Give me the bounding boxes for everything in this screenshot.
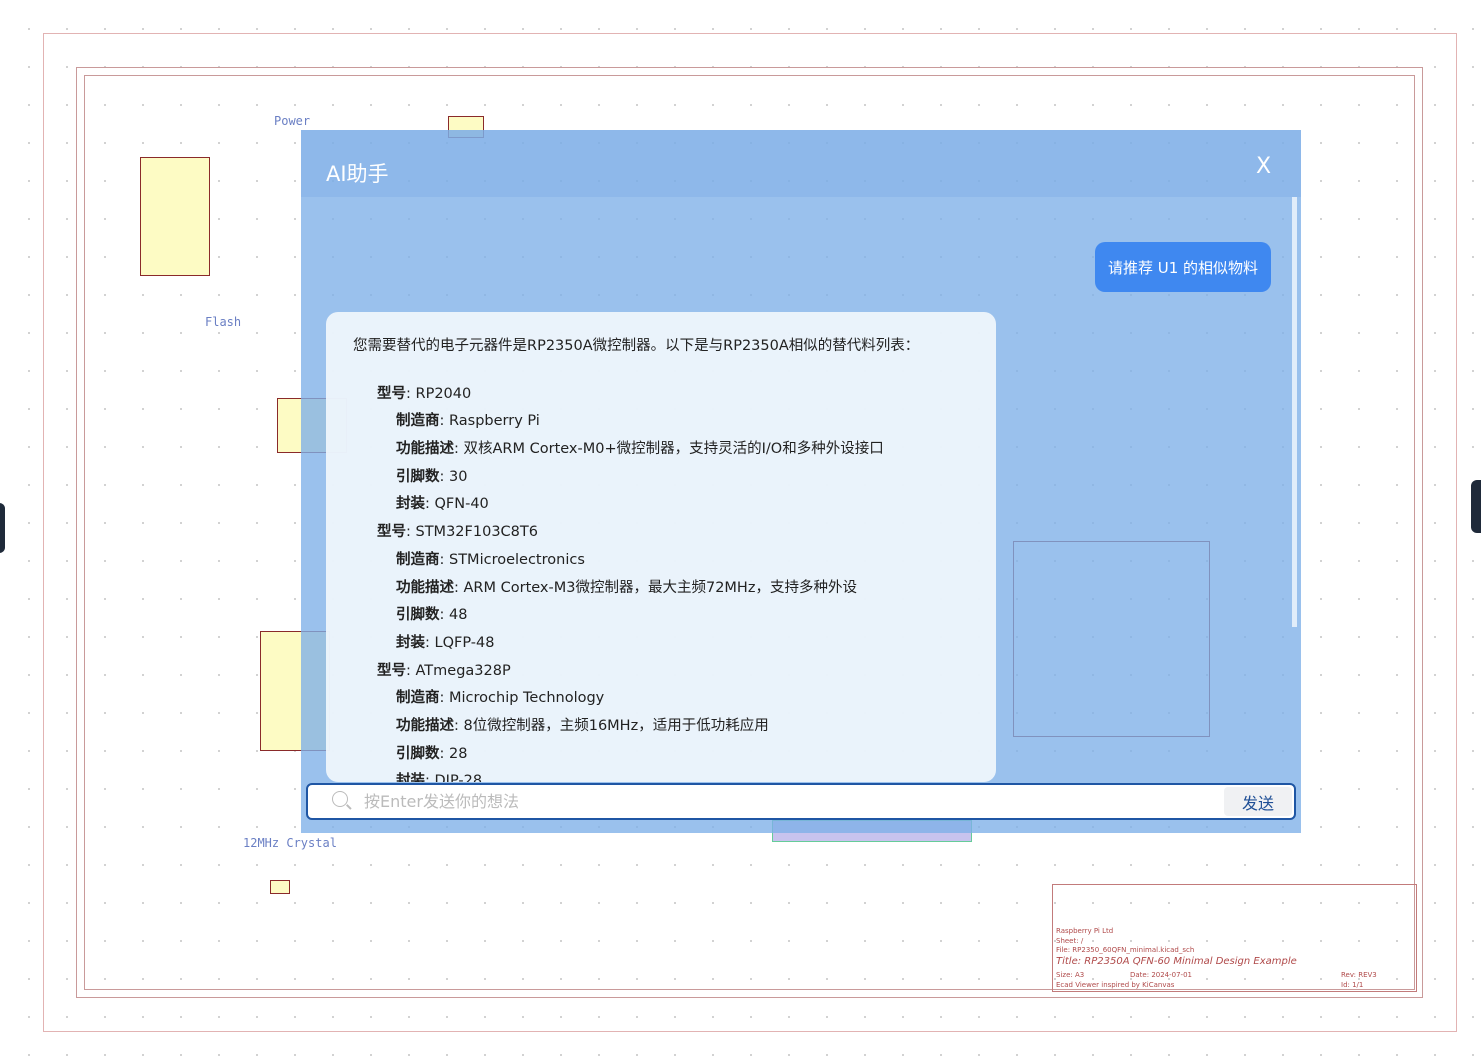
field-label: 引脚数 <box>396 745 440 762</box>
chat-input[interactable] <box>364 789 1214 814</box>
dialog-header <box>301 130 1301 197</box>
field-value: STMicroelectronics <box>449 551 585 568</box>
field-label: 引脚数 <box>396 607 440 624</box>
dialog-title: AI助手 <box>326 162 389 186</box>
section-crystal-label: 12MHz Crystal <box>243 836 337 850</box>
chat-scrollbar[interactable] <box>1292 197 1297 627</box>
chat-input-box: 发送 <box>306 783 1296 820</box>
field-label: 封装 <box>396 634 425 651</box>
item-pins: 引脚数: 28 <box>396 745 468 762</box>
field-label: 制造商 <box>396 690 440 707</box>
usb-connector-symbol[interactable] <box>140 157 210 276</box>
field-label: 封装 <box>396 496 425 513</box>
item-desc: 功能描述: ARM Cortex-M3微控制器，最大主频72MHz，支持多种外设 <box>396 579 857 596</box>
field-value: 30 <box>449 468 468 485</box>
tb-file: File: RP2350_60QFN_minimal.kicad_sch <box>1056 946 1195 954</box>
field-label: 型号 <box>377 385 406 402</box>
tb-tool: Ecad Viewer inspired by KiCanvas <box>1056 981 1175 989</box>
section-flash-label: Flash <box>205 315 242 329</box>
field-label: 功能描述 <box>396 441 454 458</box>
field-value: STM32F103C8T6 <box>415 524 538 541</box>
tb-rev: Rev: REV3 <box>1341 971 1377 979</box>
right-panel-handle[interactable] <box>1471 480 1481 533</box>
field-label: 功能描述 <box>396 717 454 734</box>
tb-id: Id: 1/1 <box>1341 981 1364 989</box>
section-power-label: Power <box>274 114 311 128</box>
field-value: DIP-28 <box>434 773 483 782</box>
item-pkg: 封装: DIP-28 <box>353 769 996 782</box>
field-label: 引脚数 <box>396 468 440 485</box>
tb-date: Date: 2024-07-01 <box>1130 971 1192 979</box>
assistant-response: 您需要替代的电子元器件是RP2350A微控制器。以下是与RP2350A相似的替代… <box>326 312 996 782</box>
item-maker: 制造商: Microchip Technology <box>396 690 605 707</box>
close-icon[interactable]: X <box>1256 154 1271 179</box>
field-value: LQFP-48 <box>434 634 495 651</box>
item-model: 型号: ATmega328P <box>377 662 511 679</box>
response-intro: 您需要替代的电子元器件是RP2350A微控制器。以下是与RP2350A相似的替代… <box>353 338 920 354</box>
item-pins: 引脚数: 48 <box>396 607 468 624</box>
field-label: 制造商 <box>396 413 440 430</box>
tb-company: Raspberry Pi Ltd <box>1056 927 1114 935</box>
field-label: 制造商 <box>396 551 440 568</box>
item-desc: 功能描述: 双核ARM Cortex-M0+微控制器，支持灵活的I/O和多种外设… <box>396 441 884 458</box>
field-label: 封装 <box>396 773 425 782</box>
item-model: 型号: STM32F103C8T6 <box>377 524 538 541</box>
item-pkg: 封装: QFN-40 <box>396 496 489 513</box>
crystal-symbol[interactable] <box>270 880 290 894</box>
item-desc: 功能描述: 8位微控制器，主频16MHz，适用于低功耗应用 <box>396 717 769 734</box>
send-button[interactable]: 发送 <box>1224 787 1292 816</box>
field-value: RP2040 <box>415 385 472 402</box>
left-panel-handle[interactable] <box>0 503 5 553</box>
item-maker: 制造商: STMicroelectronics <box>396 551 585 568</box>
field-label: 功能描述 <box>396 579 454 596</box>
field-value: 48 <box>449 607 468 624</box>
field-value: 28 <box>449 745 468 762</box>
item-pkg: 封装: LQFP-48 <box>396 634 495 651</box>
item-maker: 制造商: Raspberry Pi <box>396 413 540 430</box>
tb-sheet: Sheet: / <box>1056 937 1084 945</box>
tb-size: Size: A3 <box>1056 971 1085 979</box>
user-message: 请推荐 U1 的相似物料 <box>1095 242 1271 292</box>
field-label: 型号 <box>377 662 406 679</box>
search-icon <box>332 791 348 807</box>
field-value: Microchip Technology <box>449 690 605 707</box>
item-model: 型号: RP2040 <box>377 385 472 402</box>
field-value: QFN-40 <box>434 496 489 513</box>
field-value: ATmega328P <box>415 662 511 679</box>
field-label: 型号 <box>377 524 406 541</box>
field-value: ARM Cortex-M3微控制器，最大主频72MHz，支持多种外设 <box>463 579 857 596</box>
ai-assistant-dialog: AI助手 X 请推荐 U1 的相似物料 您需要替代的电子元器件是RP2350A微… <box>301 130 1301 833</box>
tb-title: Title: RP2350A QFN-60 Minimal Design Exa… <box>1056 956 1297 967</box>
field-value: Raspberry Pi <box>449 413 540 430</box>
field-value: 8位微控制器，主频16MHz，适用于低功耗应用 <box>463 717 769 734</box>
item-pins: 引脚数: 30 <box>396 468 468 485</box>
field-value: 双核ARM Cortex-M0+微控制器，支持灵活的I/O和多种外设接口 <box>463 441 884 458</box>
title-block: Raspberry Pi Ltd Sheet: / File: RP2350_6… <box>1052 884 1417 992</box>
